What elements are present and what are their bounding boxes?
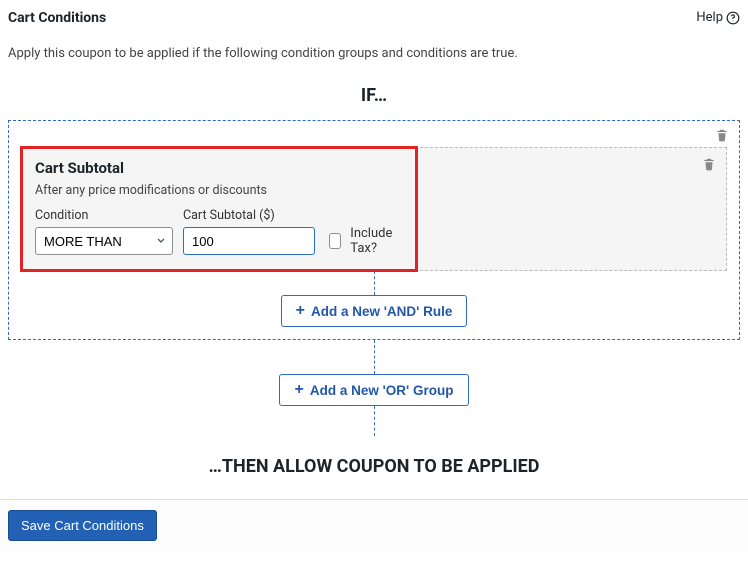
plus-icon: + [294, 382, 303, 398]
subtotal-label: Cart Subtotal ($) [183, 208, 315, 223]
connector-line [374, 406, 375, 436]
trash-icon [702, 156, 716, 172]
page-subtitle: Apply this coupon to be applied if the f… [8, 46, 740, 61]
add-and-label: Add a New 'AND' Rule [311, 304, 452, 319]
connector-line [374, 340, 375, 374]
add-and-rule-button[interactable]: + Add a New 'AND' Rule [281, 295, 468, 327]
include-tax-checkbox[interactable] [329, 233, 341, 249]
add-or-group-button[interactable]: + Add a New 'OR' Group [279, 374, 468, 406]
condition-label: Condition [35, 208, 173, 223]
rule-highlight: Cart Subtotal After any price modificati… [20, 146, 418, 272]
delete-rule-button[interactable] [702, 156, 716, 176]
rule-description: After any price modifications or discoun… [35, 183, 403, 198]
help-icon [726, 11, 740, 25]
delete-group-button[interactable] [715, 127, 729, 147]
subtotal-input[interactable] [183, 227, 315, 255]
page-title: Cart Conditions [8, 10, 106, 26]
include-tax-label: Include Tax? [350, 226, 403, 256]
condition-group: Cart Subtotal After any price modificati… [8, 120, 740, 340]
save-button[interactable]: Save Cart Conditions [8, 510, 157, 541]
rule-title: Cart Subtotal [35, 159, 403, 177]
if-heading: IF… [8, 85, 740, 106]
help-link[interactable]: Help [696, 10, 740, 25]
plus-icon: + [296, 303, 305, 319]
rule-row: Cart Subtotal After any price modificati… [21, 147, 727, 271]
footer-bar: Save Cart Conditions [0, 499, 748, 551]
then-heading: …THEN ALLOW COUPON TO BE APPLIED [8, 456, 740, 477]
help-label: Help [696, 10, 723, 25]
connector-line [374, 271, 375, 295]
condition-select[interactable]: MORE THAN [35, 227, 173, 255]
trash-icon [715, 127, 729, 143]
add-or-label: Add a New 'OR' Group [310, 383, 454, 398]
